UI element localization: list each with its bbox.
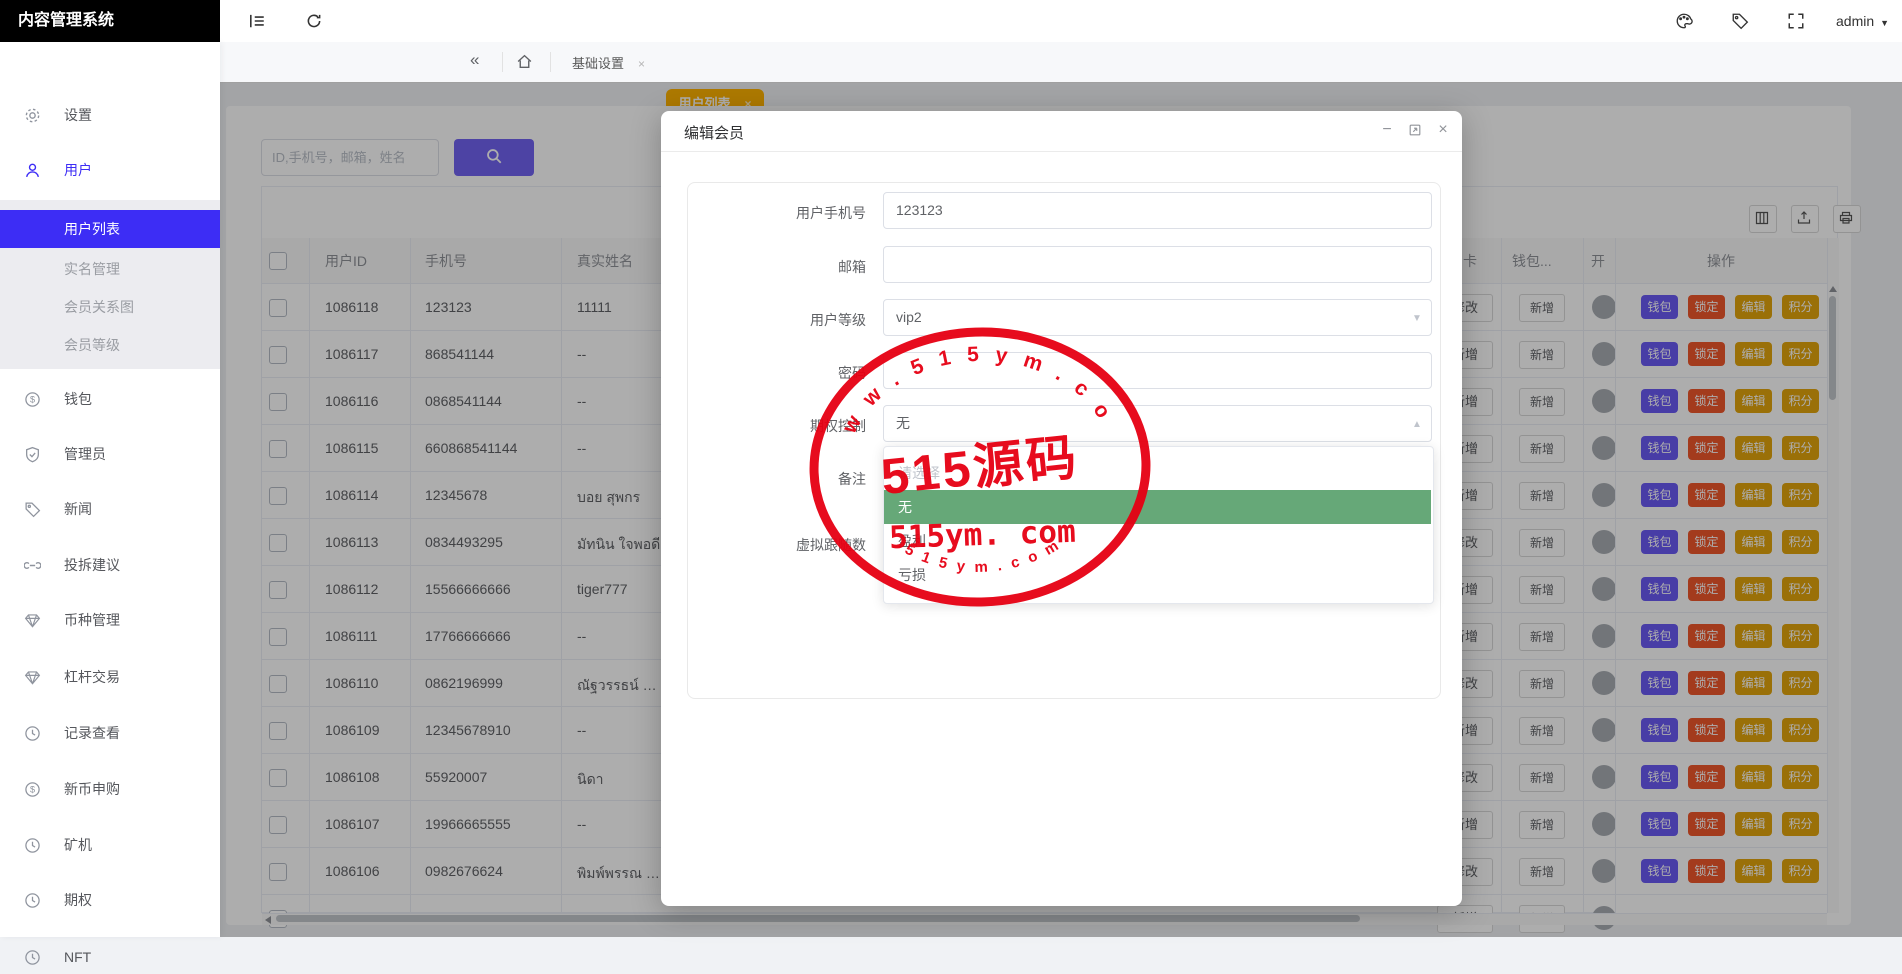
sidebar: 设置用户用户列表实名管理会员关系图会员等级 $钱包管理员新闻投拆建议币种管理杠杆交… bbox=[0, 42, 220, 937]
field-label: 邮箱 bbox=[690, 257, 866, 277]
fullscreen-icon[interactable] bbox=[1787, 12, 1805, 30]
dropdown-option-1[interactable]: 无 bbox=[884, 490, 1431, 524]
divider bbox=[550, 52, 551, 72]
top-header: 内容管理系统 admin ▼ bbox=[0, 0, 1902, 43]
sidebar-item-10[interactable]: 币种管理 bbox=[0, 607, 220, 633]
tag-icon[interactable] bbox=[1731, 12, 1749, 30]
palette-icon[interactable] bbox=[1675, 12, 1693, 30]
field-select-2[interactable]: vip2 bbox=[883, 299, 1432, 336]
user-icon bbox=[24, 161, 41, 178]
close-icon[interactable]: × bbox=[638, 57, 645, 71]
dropdown-option-2[interactable]: 盈利 bbox=[884, 524, 1431, 558]
sidebar-item-8[interactable]: 新闻 bbox=[0, 496, 220, 522]
sidebar-item-0[interactable]: 设置 bbox=[0, 102, 220, 128]
sidebar-item-7[interactable]: 管理员 bbox=[0, 441, 220, 467]
field-input-1[interactable] bbox=[883, 246, 1432, 283]
clock-icon bbox=[24, 948, 41, 965]
field-label: 期权控制 bbox=[690, 416, 866, 436]
sidebar-item-6[interactable]: $钱包 bbox=[0, 386, 220, 412]
clock-icon bbox=[24, 724, 41, 741]
sidebar-subitem-3[interactable]: 实名管理 bbox=[0, 250, 220, 288]
tab-basic-settings[interactable]: 基础设置× bbox=[572, 53, 645, 72]
dropdown-option-3[interactable]: 亏损 bbox=[884, 558, 1431, 592]
sidebar-subitem-5[interactable]: 会员等级 bbox=[0, 326, 220, 364]
user-name: admin bbox=[1836, 13, 1874, 29]
sidebar-item-16[interactable]: NFT bbox=[0, 944, 220, 970]
home-icon[interactable] bbox=[516, 53, 533, 75]
sidebar-subitem-2[interactable]: 用户列表 bbox=[0, 210, 220, 248]
maximize-icon[interactable] bbox=[1406, 123, 1424, 141]
app-title: 内容管理系统 bbox=[0, 0, 220, 42]
tag-icon bbox=[24, 500, 41, 517]
gear-icon bbox=[24, 106, 41, 123]
sidebar-item-11[interactable]: 杠杆交易 bbox=[0, 664, 220, 690]
caret-down-icon: ▼ bbox=[1412, 313, 1422, 324]
sidebar-item-15[interactable]: 期权 bbox=[0, 887, 220, 913]
field-label: 虚拟跟随数 bbox=[690, 535, 866, 555]
caret-up-icon: ▲ bbox=[1412, 419, 1422, 430]
svg-text:$: $ bbox=[30, 395, 35, 405]
dropdown-option-0[interactable]: 请选择 bbox=[884, 456, 1431, 490]
diamond-icon bbox=[24, 668, 41, 685]
sidebar-item-12[interactable]: 记录查看 bbox=[0, 720, 220, 746]
clock-icon bbox=[24, 836, 41, 853]
caret-down-icon: ▼ bbox=[1880, 18, 1889, 28]
sidebar-item-14[interactable]: 矿机 bbox=[0, 832, 220, 858]
user-menu[interactable]: admin ▼ bbox=[1836, 13, 1889, 29]
field-label: 备注 bbox=[690, 469, 866, 489]
field-label: 用户等级 bbox=[690, 310, 866, 330]
field-label: 密码 bbox=[690, 363, 866, 383]
divider bbox=[502, 52, 503, 72]
dialog-title: 编辑会员 bbox=[684, 122, 744, 143]
sidebar-item-13[interactable]: $新币申购 bbox=[0, 776, 220, 802]
clock-icon bbox=[24, 891, 41, 908]
sidebar-item-9[interactable]: 投拆建议 bbox=[0, 552, 220, 578]
shield-icon bbox=[24, 445, 41, 462]
minimize-icon[interactable]: − bbox=[1378, 121, 1396, 139]
close-icon[interactable]: × bbox=[1434, 121, 1452, 139]
refresh-icon[interactable] bbox=[305, 12, 323, 30]
menu-toggle-icon[interactable] bbox=[248, 12, 266, 30]
field-label: 用户手机号 bbox=[690, 203, 866, 223]
sidebar-subitem-4[interactable]: 会员关系图 bbox=[0, 288, 220, 326]
field-input-0[interactable]: 123123 bbox=[883, 192, 1432, 229]
tabs-scroll-left[interactable]: « bbox=[470, 50, 479, 70]
tab-bar: « 基础设置× 用户列表× » ∨ bbox=[220, 42, 1902, 83]
divider bbox=[661, 151, 1462, 152]
link-icon bbox=[24, 556, 41, 573]
svg-text:$: $ bbox=[30, 785, 35, 795]
dollar-icon: $ bbox=[24, 780, 41, 797]
dollar-icon: $ bbox=[24, 390, 41, 407]
field-input-3[interactable] bbox=[883, 352, 1432, 389]
sidebar-item-1[interactable]: 用户 bbox=[0, 157, 220, 183]
field-select-4[interactable]: 无 bbox=[883, 405, 1432, 442]
diamond-icon bbox=[24, 611, 41, 628]
